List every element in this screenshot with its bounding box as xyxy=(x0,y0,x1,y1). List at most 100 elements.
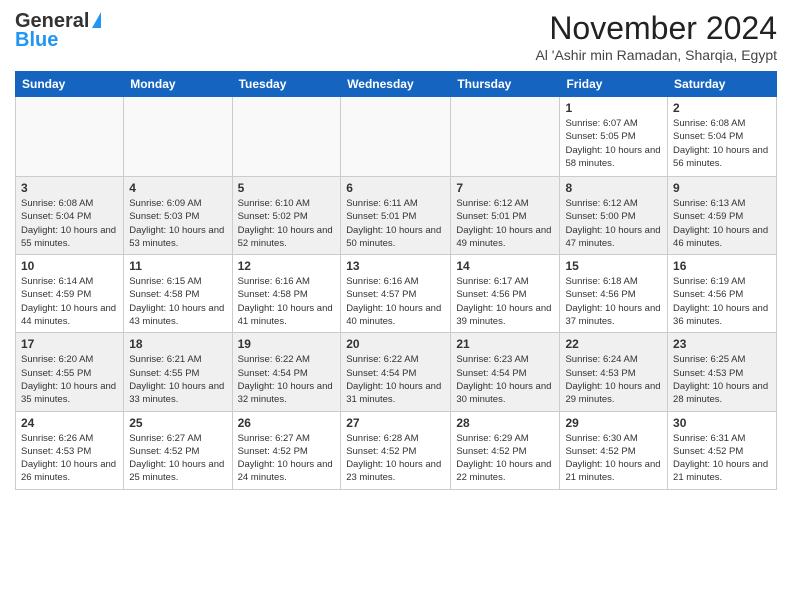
day-info: Sunrise: 6:17 AM Sunset: 4:56 PM Dayligh… xyxy=(456,275,554,328)
day-number: 13 xyxy=(346,259,445,273)
col-thursday: Thursday xyxy=(451,72,560,97)
day-number: 4 xyxy=(129,181,226,195)
table-row: 26 Sunrise: 6:27 AM Sunset: 4:52 PM Dayli… xyxy=(232,411,341,489)
table-row: 4 Sunrise: 6:09 AM Sunset: 5:03 PM Daylig… xyxy=(124,177,232,255)
day-number: 8 xyxy=(565,181,662,195)
table-row: 8 Sunrise: 6:12 AM Sunset: 5:00 PM Daylig… xyxy=(560,177,668,255)
table-row: 29 Sunrise: 6:30 AM Sunset: 4:52 PM Dayli… xyxy=(560,411,668,489)
calendar-week-row: 24Sunrise: 6:26 AM Sunset: 4:53 PM Dayli… xyxy=(16,411,777,489)
day-info: Sunrise: 6:10 AM Sunset: 5:02 PM Dayligh… xyxy=(238,197,336,250)
table-row xyxy=(451,97,560,177)
day-number: 29 xyxy=(565,416,662,430)
day-number: 6 xyxy=(346,181,445,195)
table-row: 18 Sunrise: 6:21 AM Sunset: 4:55 PM Dayli… xyxy=(124,333,232,411)
day-number: 21 xyxy=(456,337,554,351)
table-row: 10Sunrise: 6:14 AM Sunset: 4:59 PM Dayli… xyxy=(16,255,124,333)
calendar-week-row: 3 Sunrise: 6:08 AM Sunset: 5:04 PM Daylig… xyxy=(16,177,777,255)
day-info: Sunrise: 6:15 AM Sunset: 4:58 PM Dayligh… xyxy=(129,275,226,328)
table-row xyxy=(124,97,232,177)
table-row: 28 Sunrise: 6:29 AM Sunset: 4:52 PM Dayli… xyxy=(451,411,560,489)
table-row xyxy=(16,97,124,177)
table-row: 7 Sunrise: 6:12 AM Sunset: 5:01 PM Daylig… xyxy=(451,177,560,255)
table-row: 14 Sunrise: 6:17 AM Sunset: 4:56 PM Dayli… xyxy=(451,255,560,333)
day-info: Sunrise: 6:16 AM Sunset: 4:57 PM Dayligh… xyxy=(346,275,445,328)
day-number: 26 xyxy=(238,416,336,430)
table-row: 23 Sunrise: 6:25 AM Sunset: 4:53 PM Dayli… xyxy=(668,333,777,411)
day-number: 10 xyxy=(21,259,118,273)
table-row: 9Sunrise: 6:13 AM Sunset: 4:59 PM Daylig… xyxy=(668,177,777,255)
table-row: 27 Sunrise: 6:28 AM Sunset: 4:52 PM Dayli… xyxy=(341,411,451,489)
day-number: 23 xyxy=(673,337,771,351)
table-row: 1Sunrise: 6:07 AM Sunset: 5:05 PM Daylig… xyxy=(560,97,668,177)
day-info: Sunrise: 6:12 AM Sunset: 5:00 PM Dayligh… xyxy=(565,197,662,250)
day-info: Sunrise: 6:16 AM Sunset: 4:58 PM Dayligh… xyxy=(238,275,336,328)
table-row: 17 Sunrise: 6:20 AM Sunset: 4:55 PM Dayli… xyxy=(16,333,124,411)
day-number: 20 xyxy=(346,337,445,351)
table-row: 3 Sunrise: 6:08 AM Sunset: 5:04 PM Daylig… xyxy=(16,177,124,255)
calendar-container: General Blue November 2024 Al 'Ashir min… xyxy=(0,0,792,500)
day-info: Sunrise: 6:12 AM Sunset: 5:01 PM Dayligh… xyxy=(456,197,554,250)
table-row: 21 Sunrise: 6:23 AM Sunset: 4:54 PM Dayli… xyxy=(451,333,560,411)
table-row: 16 Sunrise: 6:19 AM Sunset: 4:56 PM Dayli… xyxy=(668,255,777,333)
day-number: 2 xyxy=(673,101,771,115)
day-info: Sunrise: 6:27 AM Sunset: 4:52 PM Dayligh… xyxy=(129,432,226,485)
table-row: 30 Sunrise: 6:31 AM Sunset: 4:52 PM Dayli… xyxy=(668,411,777,489)
table-row: 11 Sunrise: 6:15 AM Sunset: 4:58 PM Dayli… xyxy=(124,255,232,333)
day-info: Sunrise: 6:08 AM Sunset: 5:04 PM Dayligh… xyxy=(21,197,118,250)
day-number: 5 xyxy=(238,181,336,195)
day-info: Sunrise: 6:27 AM Sunset: 4:52 PM Dayligh… xyxy=(238,432,336,485)
calendar-week-row: 10Sunrise: 6:14 AM Sunset: 4:59 PM Dayli… xyxy=(16,255,777,333)
table-row: 13 Sunrise: 6:16 AM Sunset: 4:57 PM Dayli… xyxy=(341,255,451,333)
day-number: 14 xyxy=(456,259,554,273)
day-info: Sunrise: 6:31 AM Sunset: 4:52 PM Dayligh… xyxy=(673,432,771,485)
table-row: 5 Sunrise: 6:10 AM Sunset: 5:02 PM Daylig… xyxy=(232,177,341,255)
day-number: 16 xyxy=(673,259,771,273)
day-number: 3 xyxy=(21,181,118,195)
calendar-table: Sunday Monday Tuesday Wednesday Thursday… xyxy=(15,71,777,490)
day-number: 22 xyxy=(565,337,662,351)
day-info: Sunrise: 6:11 AM Sunset: 5:01 PM Dayligh… xyxy=(346,197,445,250)
logo: General Blue xyxy=(15,10,101,52)
day-info: Sunrise: 6:29 AM Sunset: 4:52 PM Dayligh… xyxy=(456,432,554,485)
col-sunday: Sunday xyxy=(16,72,124,97)
day-info: Sunrise: 6:22 AM Sunset: 4:54 PM Dayligh… xyxy=(238,353,336,406)
table-row: 6 Sunrise: 6:11 AM Sunset: 5:01 PM Daylig… xyxy=(341,177,451,255)
table-row: 15Sunrise: 6:18 AM Sunset: 4:56 PM Dayli… xyxy=(560,255,668,333)
day-info: Sunrise: 6:19 AM Sunset: 4:56 PM Dayligh… xyxy=(673,275,771,328)
day-number: 11 xyxy=(129,259,226,273)
day-number: 30 xyxy=(673,416,771,430)
table-row: 2 Sunrise: 6:08 AM Sunset: 5:04 PM Daylig… xyxy=(668,97,777,177)
day-number: 28 xyxy=(456,416,554,430)
col-saturday: Saturday xyxy=(668,72,777,97)
table-row: 24Sunrise: 6:26 AM Sunset: 4:53 PM Dayli… xyxy=(16,411,124,489)
day-info: Sunrise: 6:22 AM Sunset: 4:54 PM Dayligh… xyxy=(346,353,445,406)
day-info: Sunrise: 6:28 AM Sunset: 4:52 PM Dayligh… xyxy=(346,432,445,485)
table-row xyxy=(232,97,341,177)
table-row: 25 Sunrise: 6:27 AM Sunset: 4:52 PM Dayli… xyxy=(124,411,232,489)
table-row: 12 Sunrise: 6:16 AM Sunset: 4:58 PM Dayli… xyxy=(232,255,341,333)
day-number: 15 xyxy=(565,259,662,273)
day-info: Sunrise: 6:24 AM Sunset: 4:53 PM Dayligh… xyxy=(565,353,662,406)
day-info: Sunrise: 6:08 AM Sunset: 5:04 PM Dayligh… xyxy=(673,117,771,170)
month-title: November 2024 xyxy=(535,10,777,47)
day-info: Sunrise: 6:20 AM Sunset: 4:55 PM Dayligh… xyxy=(21,353,118,406)
day-info: Sunrise: 6:30 AM Sunset: 4:52 PM Dayligh… xyxy=(565,432,662,485)
day-number: 17 xyxy=(21,337,118,351)
day-number: 27 xyxy=(346,416,445,430)
table-row: 20 Sunrise: 6:22 AM Sunset: 4:54 PM Dayli… xyxy=(341,333,451,411)
day-number: 18 xyxy=(129,337,226,351)
day-info: Sunrise: 6:26 AM Sunset: 4:53 PM Dayligh… xyxy=(21,432,118,485)
day-info: Sunrise: 6:23 AM Sunset: 4:54 PM Dayligh… xyxy=(456,353,554,406)
day-info: Sunrise: 6:25 AM Sunset: 4:53 PM Dayligh… xyxy=(673,353,771,406)
day-number: 25 xyxy=(129,416,226,430)
table-row: 19Sunrise: 6:22 AM Sunset: 4:54 PM Dayli… xyxy=(232,333,341,411)
table-row: 22 Sunrise: 6:24 AM Sunset: 4:53 PM Dayli… xyxy=(560,333,668,411)
day-info: Sunrise: 6:09 AM Sunset: 5:03 PM Dayligh… xyxy=(129,197,226,250)
day-info: Sunrise: 6:21 AM Sunset: 4:55 PM Dayligh… xyxy=(129,353,226,406)
day-number: 9 xyxy=(673,181,771,195)
location: Al 'Ashir min Ramadan, Sharqia, Egypt xyxy=(535,47,777,63)
day-number: 12 xyxy=(238,259,336,273)
day-number: 1 xyxy=(565,101,662,115)
logo-triangle xyxy=(92,12,101,28)
day-number: 7 xyxy=(456,181,554,195)
